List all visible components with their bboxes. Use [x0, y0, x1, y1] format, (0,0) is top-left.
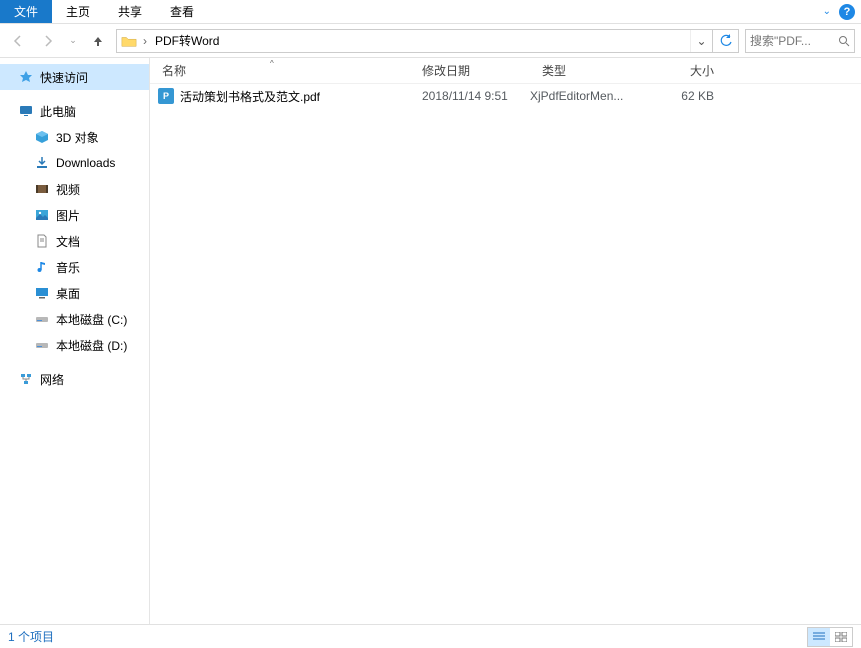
- sidebar-item-drive-c[interactable]: 本地磁盘 (C:): [0, 306, 149, 332]
- breadcrumb[interactable]: PDF转Word: [149, 30, 225, 52]
- sidebar-item-documents[interactable]: 文档: [0, 228, 149, 254]
- sidebar-item-label: 桌面: [56, 285, 80, 302]
- sidebar-item-quick-access[interactable]: 快速访问: [0, 64, 149, 90]
- folder-icon: [121, 33, 137, 49]
- address-dropdown[interactable]: ⌄: [690, 30, 712, 52]
- sort-caret-icon: ^: [270, 59, 274, 68]
- help-icon[interactable]: ?: [839, 4, 855, 20]
- download-icon: [34, 155, 50, 171]
- forward-button[interactable]: [36, 29, 60, 53]
- sidebar-item-label: 视频: [56, 181, 80, 198]
- sidebar-item-network[interactable]: 网络: [0, 366, 149, 392]
- navbar: ⌄ › PDF转Word ⌄ 搜索"PDF...: [0, 24, 861, 58]
- sidebar-item-label: 网络: [40, 371, 64, 388]
- picture-icon: [34, 207, 50, 223]
- pdf-file-icon: P: [158, 88, 174, 104]
- sidebar-item-this-pc[interactable]: 此电脑: [0, 98, 149, 124]
- column-type[interactable]: 类型: [530, 62, 650, 79]
- status-bar: 1 个项目: [0, 624, 861, 648]
- drive-icon: [34, 337, 50, 353]
- tab-file[interactable]: 文件: [0, 0, 52, 23]
- refresh-button[interactable]: [712, 30, 738, 52]
- monitor-icon: [18, 103, 34, 119]
- file-row[interactable]: P 活动策划书格式及范文.pdf 2018/11/14 9:51 XjPdfEd…: [150, 84, 861, 108]
- column-date[interactable]: 修改日期: [410, 62, 530, 79]
- item-count: 1 个项目: [8, 628, 54, 645]
- drive-icon: [34, 311, 50, 327]
- search-placeholder: 搜索"PDF...: [750, 32, 811, 49]
- network-icon: [18, 371, 34, 387]
- sidebar-item-label: 文档: [56, 233, 80, 250]
- sidebar-item-label: Downloads: [56, 156, 115, 170]
- film-icon: [34, 181, 50, 197]
- sidebar-item-label: 此电脑: [40, 103, 76, 120]
- ribbon-tabs: 文件 主页 共享 查看 ⌄ ?: [0, 0, 861, 24]
- music-icon: [34, 259, 50, 275]
- sidebar-item-desktop[interactable]: 桌面: [0, 280, 149, 306]
- file-type: XjPdfEditorMen...: [530, 89, 650, 103]
- column-headers: 名称 ^ 修改日期 类型 大小: [150, 58, 861, 84]
- view-icons-button[interactable]: [830, 628, 852, 646]
- sidebar-item-downloads[interactable]: Downloads: [0, 150, 149, 176]
- sidebar-item-label: 快速访问: [40, 69, 88, 86]
- cube-icon: [34, 129, 50, 145]
- navigation-pane: 快速访问 此电脑 3D 对象 Downloads 视频 图片 文档: [0, 58, 150, 624]
- sidebar-item-label: 本地磁盘 (D:): [56, 337, 127, 354]
- file-size: 62 KB: [650, 89, 730, 103]
- tab-view[interactable]: 查看: [156, 0, 208, 23]
- chevron-right-icon: ›: [141, 34, 149, 48]
- column-label: 名称: [162, 64, 186, 78]
- sidebar-item-label: 图片: [56, 207, 80, 224]
- desktop-icon: [34, 285, 50, 301]
- tab-home[interactable]: 主页: [52, 0, 104, 23]
- view-toggle: [807, 627, 853, 647]
- column-size[interactable]: 大小: [650, 62, 730, 79]
- sidebar-item-videos[interactable]: 视频: [0, 176, 149, 202]
- sidebar-item-label: 本地磁盘 (C:): [56, 311, 127, 328]
- back-button[interactable]: [6, 29, 30, 53]
- sidebar-item-label: 3D 对象: [56, 129, 99, 146]
- recent-dropdown[interactable]: ⌄: [66, 29, 80, 53]
- chevron-down-icon[interactable]: ⌄: [823, 6, 831, 17]
- address-bar[interactable]: › PDF转Word ⌄: [116, 29, 739, 53]
- sidebar-item-label: 音乐: [56, 259, 80, 276]
- sidebar-item-music[interactable]: 音乐: [0, 254, 149, 280]
- up-button[interactable]: [86, 29, 110, 53]
- tab-share[interactable]: 共享: [104, 0, 156, 23]
- file-list-pane: 名称 ^ 修改日期 类型 大小 P 活动策划书格式及范文.pdf 2018/11…: [150, 58, 861, 624]
- file-name: 活动策划书格式及范文.pdf: [180, 88, 320, 105]
- sidebar-item-pictures[interactable]: 图片: [0, 202, 149, 228]
- sidebar-item-3d[interactable]: 3D 对象: [0, 124, 149, 150]
- document-icon: [34, 233, 50, 249]
- sidebar-item-drive-d[interactable]: 本地磁盘 (D:): [0, 332, 149, 358]
- view-details-button[interactable]: [808, 628, 830, 646]
- search-icon: [838, 35, 850, 47]
- column-name[interactable]: 名称 ^: [150, 62, 410, 79]
- file-date: 2018/11/14 9:51: [410, 89, 530, 103]
- star-icon: [18, 69, 34, 85]
- search-input[interactable]: 搜索"PDF...: [745, 29, 855, 53]
